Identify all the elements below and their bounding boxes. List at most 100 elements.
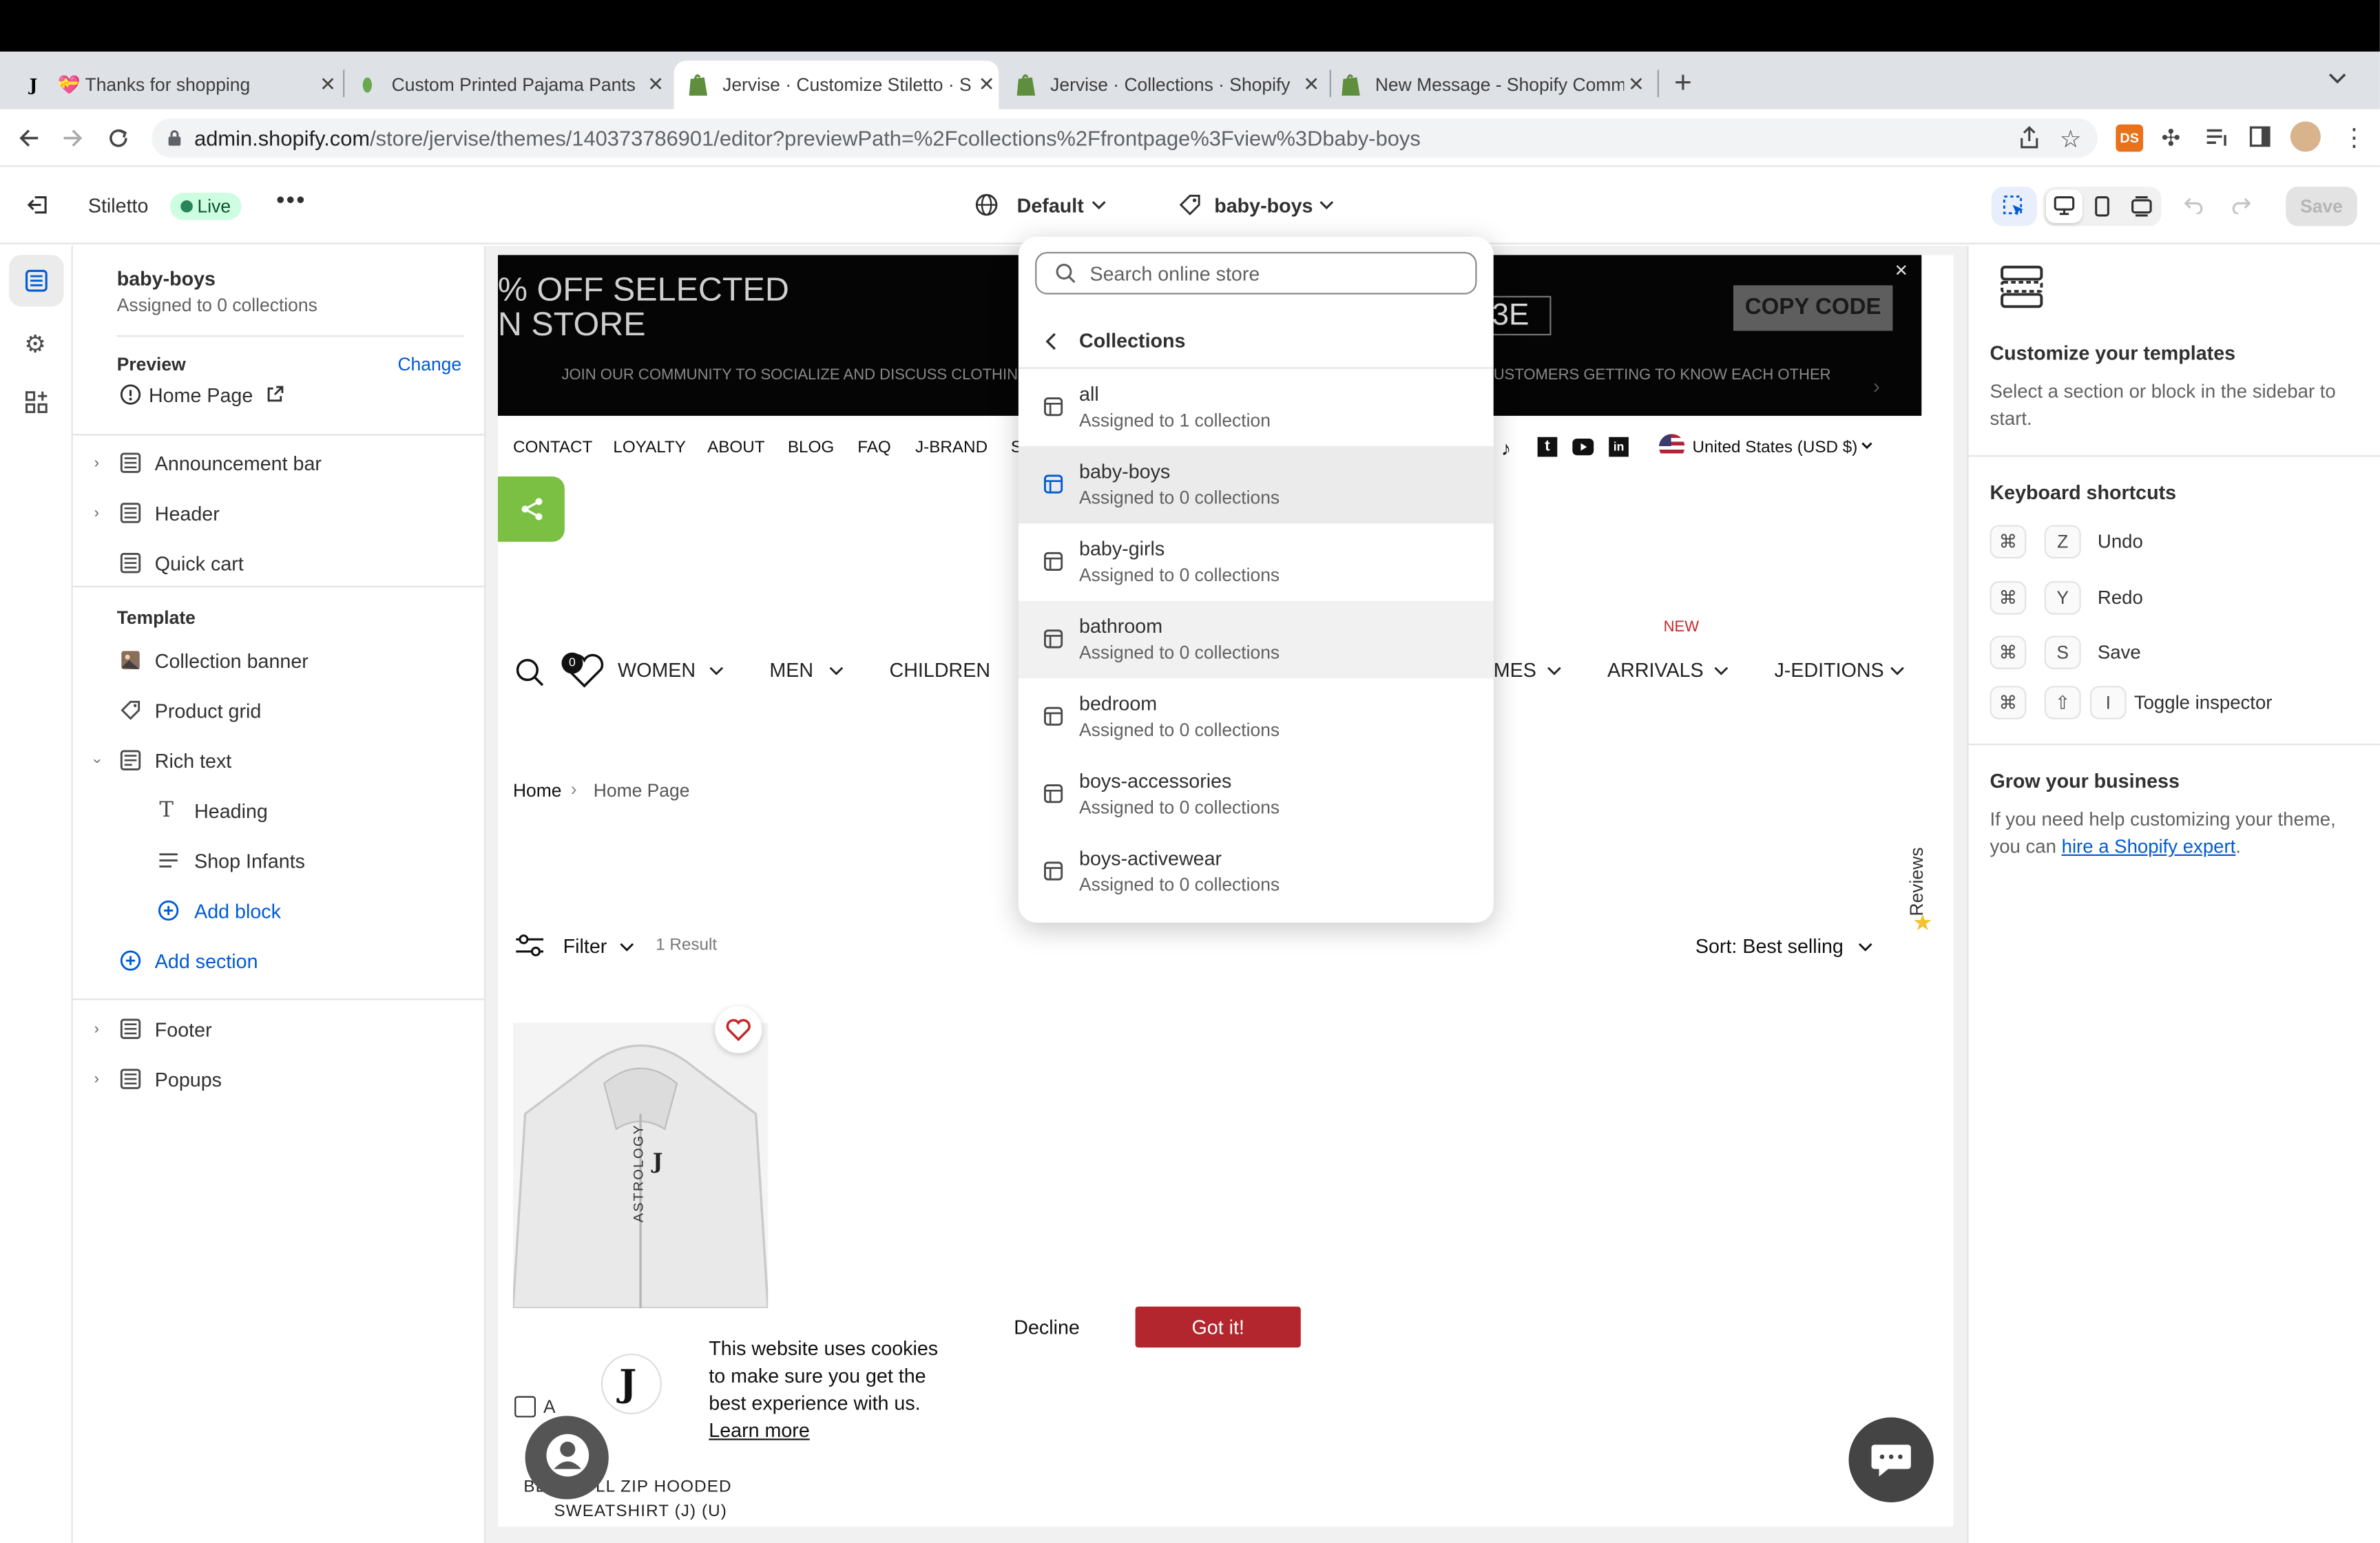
extensions-puzzle-icon[interactable]: ✣ — [2161, 125, 2180, 151]
browser-tab-active[interactable]: Jervise · Customize Stiletto · S ✕ — [674, 61, 999, 109]
nav-menu-j-editions[interactable]: J-EDITIONS — [1774, 659, 1883, 682]
cookie-learn-more-link[interactable]: Learn more — [709, 1418, 938, 1445]
youtube-icon[interactable] — [1572, 438, 1594, 456]
cookie-decline-button[interactable]: Decline — [1014, 1316, 1080, 1339]
nav-link-faq[interactable]: FAQ — [857, 439, 891, 456]
sort-selector[interactable]: Sort: Best selling — [1695, 935, 1844, 958]
reading-list-icon[interactable] — [2205, 127, 2229, 149]
close-tab-icon[interactable]: ✕ — [974, 73, 999, 97]
share-page-icon[interactable] — [2018, 125, 2040, 150]
nav-menu-men[interactable]: MEN — [769, 659, 813, 682]
filter-sliders-icon[interactable] — [514, 933, 545, 957]
tab-search-chevron-icon[interactable] — [2327, 70, 2348, 85]
block-heading[interactable]: T Heading — [73, 788, 486, 833]
more-actions-icon[interactable]: ••• — [276, 188, 306, 216]
browser-menu-icon[interactable]: ⋮ — [2342, 123, 2366, 154]
back-to-collections[interactable]: Collections — [1019, 315, 1494, 367]
template-option-boys-accessories[interactable]: boys-accessories Assigned to 0 collectio… — [1019, 756, 1494, 833]
add-section-button[interactable]: Add section — [73, 938, 486, 983]
browser-tab[interactable]: Custom Printed Pajama Pants ✕ — [355, 61, 668, 109]
cookie-accept-button[interactable]: Got it! — [1135, 1306, 1301, 1348]
nav-link-blog[interactable]: BLOG — [788, 439, 834, 456]
fullscreen-view-icon[interactable] — [2131, 196, 2152, 217]
nav-menu-arrivals[interactable]: ARRIVALS — [1607, 659, 1704, 682]
exit-editor-icon[interactable] — [25, 193, 50, 217]
side-panel-icon[interactable] — [2249, 126, 2271, 147]
app-embeds-icon[interactable] — [24, 390, 48, 414]
forward-arrow-icon[interactable] — [61, 126, 85, 150]
add-block-button[interactable]: Add block — [73, 888, 486, 933]
account-widget-button[interactable] — [525, 1416, 609, 1500]
template-selector[interactable]: baby-boys — [1214, 194, 1313, 217]
nav-menu-partial[interactable]: MES — [1494, 659, 1536, 682]
section-header[interactable]: › Header — [73, 490, 486, 536]
product-image[interactable]: ASTROLOGY J — [512, 1022, 769, 1308]
browser-tab[interactable]: J 💝 Thanks for shopping ✕ — [21, 61, 340, 109]
template-option-all[interactable]: all Assigned to 1 collection — [1019, 369, 1494, 446]
close-icon[interactable]: ✕ — [1894, 261, 1908, 280]
external-link-icon[interactable] — [266, 386, 284, 403]
chevron-right-icon[interactable]: › — [94, 1071, 99, 1087]
close-tab-icon[interactable]: ✕ — [315, 73, 340, 97]
browser-tab[interactable]: Jervise · Collections · Shopify ✕ — [1005, 61, 1324, 109]
reviews-tab[interactable]: Reviews ★ — [1903, 828, 1949, 938]
bookmark-star-icon[interactable]: ☆ — [2060, 125, 2082, 155]
close-tab-icon[interactable]: ✕ — [1299, 73, 1324, 97]
template-option-baby-girls[interactable]: baby-girls Assigned to 0 collections — [1019, 523, 1494, 600]
change-preview-link[interactable]: Change — [397, 354, 461, 375]
chevron-right-icon[interactable]: › — [1873, 373, 1880, 397]
section-announcement-bar[interactable]: › Announcement bar — [73, 440, 486, 485]
chevron-down-icon[interactable]: › — [88, 758, 105, 763]
theme-settings-gear-icon[interactable]: ⚙ — [24, 329, 46, 359]
share-button[interactable] — [497, 476, 565, 542]
template-option-bedroom[interactable]: bedroom Assigned to 0 collections — [1019, 678, 1494, 755]
product-title-line-2[interactable]: SWEATSHIRT (J) (U) — [554, 1502, 727, 1520]
section-quick-cart[interactable]: Quick cart — [73, 540, 486, 586]
chevron-right-icon[interactable]: › — [94, 505, 99, 521]
linkedin-icon[interactable]: in — [1609, 437, 1629, 457]
section-product-grid[interactable]: Product grid — [73, 687, 486, 733]
copy-code-button[interactable]: COPY CODE — [1733, 285, 1893, 331]
section-footer[interactable]: › Footer — [73, 1006, 486, 1051]
undo-icon[interactable] — [2182, 196, 2204, 214]
compare-checkbox[interactable] — [514, 1396, 536, 1418]
save-button[interactable]: Save — [2286, 187, 2357, 227]
locale-selector[interactable]: Default — [1017, 194, 1084, 217]
profile-avatar[interactable] — [2290, 121, 2321, 152]
tiktok-icon[interactable]: ♪ — [1501, 437, 1511, 460]
back-arrow-icon[interactable] — [17, 126, 41, 150]
tumblr-icon[interactable]: t — [1537, 437, 1558, 457]
mobile-view-icon[interactable] — [2093, 196, 2111, 217]
section-collection-banner[interactable]: Collection banner — [73, 638, 486, 683]
filter-button[interactable]: Filter — [563, 935, 607, 958]
nav-link-about[interactable]: ABOUT — [707, 439, 765, 456]
section-popups[interactable]: › Popups — [73, 1056, 486, 1102]
browser-tab[interactable]: New Message - Shopify Comm ✕ — [1339, 61, 1649, 109]
add-to-wishlist-button[interactable] — [715, 1006, 762, 1053]
inspector-toggle-button[interactable] — [1991, 187, 2037, 227]
search-icon[interactable] — [514, 657, 545, 687]
search-online-store-input[interactable]: Search online store — [1035, 251, 1477, 295]
country-selector[interactable]: United States (USD $) — [1692, 439, 1857, 456]
reload-icon[interactable] — [106, 126, 130, 150]
section-rich-text[interactable]: › Rich text — [73, 737, 486, 783]
redo-icon[interactable] — [2231, 196, 2253, 214]
template-option-bathroom[interactable]: bathroom Assigned to 0 collections — [1018, 600, 1494, 679]
breadcrumb-home-link[interactable]: Home — [513, 780, 562, 801]
template-option-baby-boys[interactable]: baby-boys Assigned to 0 collections — [1018, 445, 1494, 524]
close-tab-icon[interactable]: ✕ — [1624, 73, 1648, 97]
desktop-view-button[interactable] — [2045, 189, 2082, 223]
nav-link-contact[interactable]: CONTACT — [513, 439, 592, 456]
nav-menu-children[interactable]: CHILDREN — [890, 659, 990, 682]
new-tab-plus-icon[interactable]: + — [1674, 67, 1692, 102]
nav-menu-women[interactable]: WOMEN — [618, 659, 696, 682]
template-option-boys-activewear[interactable]: boys-activewear Assigned to 0 collection… — [1019, 833, 1494, 910]
extension-ds-icon[interactable]: DS — [2116, 124, 2144, 152]
nav-link-j-brand[interactable]: J-BRAND — [915, 439, 988, 456]
sections-rail-button[interactable] — [9, 255, 64, 307]
address-bar[interactable]: admin.shopify.com/store/jervise/themes/1… — [152, 118, 2098, 158]
hire-expert-link[interactable]: hire a Shopify expert — [2062, 836, 2236, 857]
close-tab-icon[interactable]: ✕ — [643, 73, 667, 97]
chevron-right-icon[interactable]: › — [94, 454, 99, 471]
nav-link-loyalty[interactable]: LOYALTY — [613, 439, 686, 456]
